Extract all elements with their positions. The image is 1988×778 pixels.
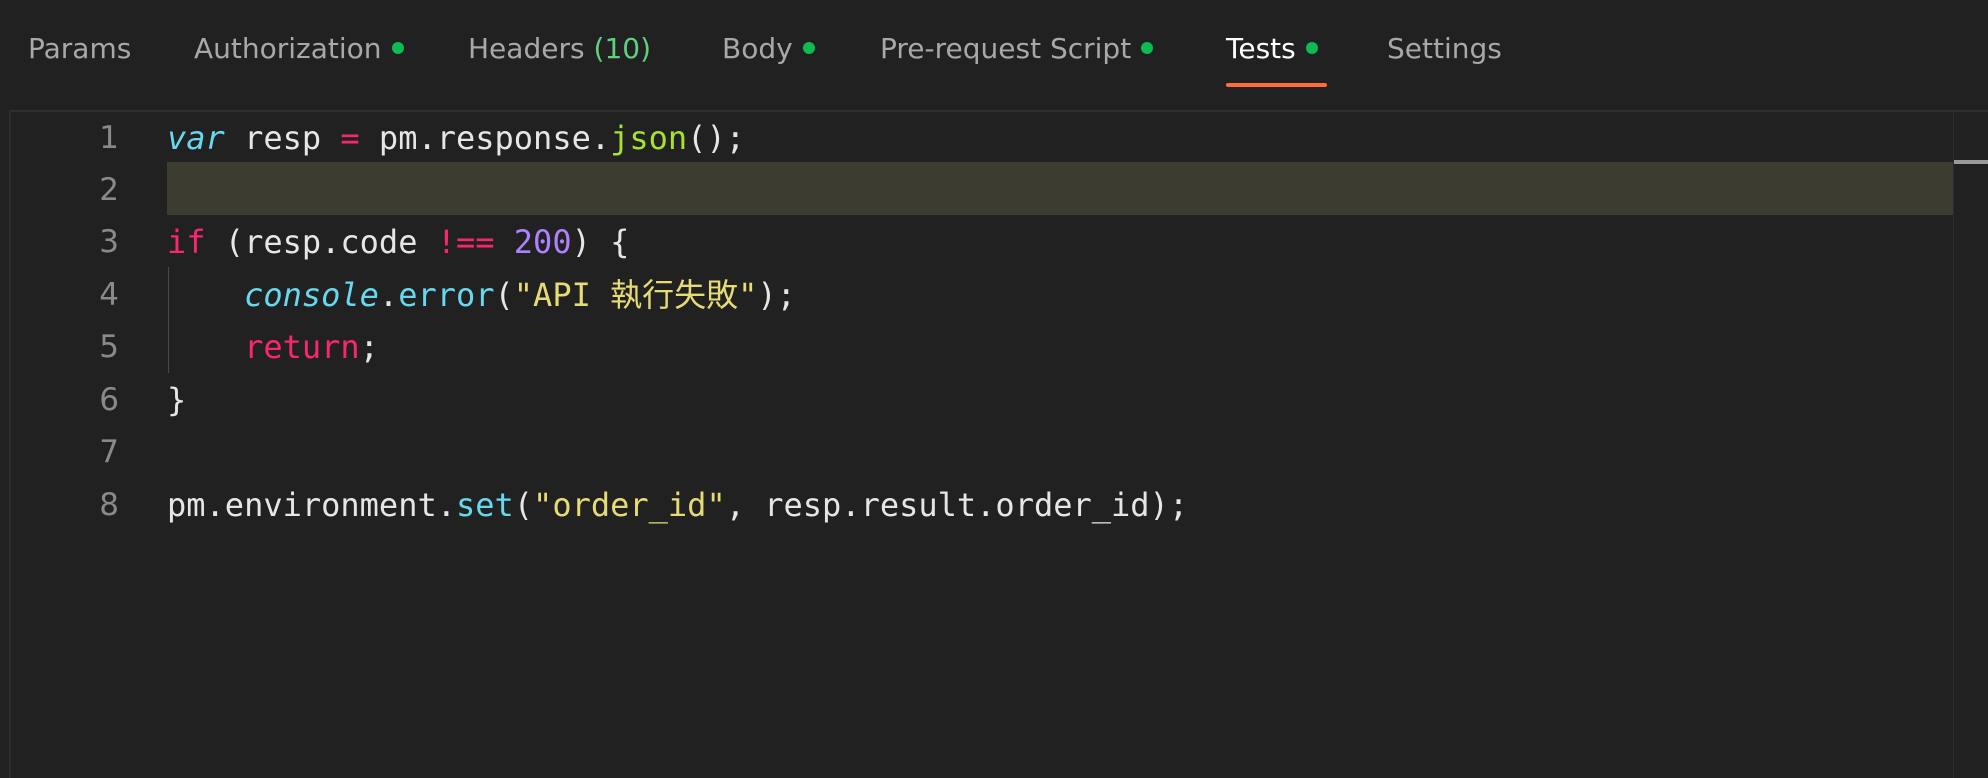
code-token: error <box>398 276 495 314</box>
tab-label: Body <box>722 31 793 65</box>
code-token: (); <box>687 119 745 157</box>
code-editor[interactable]: 1 2 3 4 5 6 7 8 var resp = pm.response.j… <box>9 110 1988 778</box>
tab-label: Params <box>28 31 132 65</box>
line-number: 1 <box>99 120 119 156</box>
code-token: "order_id" <box>533 486 726 524</box>
code-area[interactable]: var resp = pm.response.json(); if (resp.… <box>167 112 1988 778</box>
status-dot-icon <box>802 42 815 54</box>
code-token: !== <box>436 223 495 261</box>
line-number: 3 <box>99 224 119 260</box>
code-token: ) { <box>571 223 630 261</box>
code-token: pm.response. <box>359 119 611 157</box>
status-dot-icon <box>1141 42 1154 54</box>
code-token: ( <box>513 486 534 524</box>
code-token: pm.environment. <box>167 486 456 524</box>
line-number: 2 <box>99 172 119 208</box>
code-token: console <box>244 276 379 314</box>
code-token: } <box>167 381 187 419</box>
code-token: set <box>455 486 514 524</box>
scrollbar-position-marker[interactable] <box>1954 160 1988 164</box>
code-token: if <box>167 223 206 261</box>
code-line[interactable]: if (resp.code !== 200) { <box>167 216 629 268</box>
status-dot-icon <box>1305 42 1318 54</box>
line-number: 7 <box>99 434 119 470</box>
code-token: = <box>340 119 360 157</box>
code-token: . <box>378 276 399 314</box>
line-number: 5 <box>99 329 119 365</box>
tab-label: Settings <box>1387 31 1502 65</box>
tab-body[interactable]: Body <box>722 26 815 70</box>
code-token: , resp.result.order_id); <box>725 486 1189 524</box>
code-token: ); <box>757 276 796 314</box>
code-token: resp <box>224 119 341 157</box>
tab-label: Headers <box>468 31 585 65</box>
tab-label: Authorization <box>194 31 382 65</box>
tab-params[interactable]: Params <box>28 26 131 70</box>
code-token: 200 <box>513 223 572 261</box>
code-token: "API 執行失敗" <box>513 276 758 314</box>
line-number: 4 <box>99 277 119 313</box>
status-dot-icon <box>391 42 404 54</box>
code-token: return <box>244 328 360 366</box>
tab-settings[interactable]: Settings <box>1387 26 1502 70</box>
code-token: ( <box>494 276 514 314</box>
active-tab-indicator <box>1226 83 1327 87</box>
line-number-gutter: 1 2 3 4 5 6 7 8 <box>11 112 161 778</box>
code-line[interactable]: console.error("API 執行失敗"); <box>167 269 796 321</box>
line-number: 8 <box>99 487 119 523</box>
code-token: var <box>167 119 225 157</box>
tab-authorization[interactable]: Authorization <box>194 26 404 70</box>
editor-scrollbar[interactable] <box>1953 112 1988 778</box>
request-tab-bar: Params Authorization Headers (10) Body P… <box>0 0 1988 108</box>
code-token: (resp.code <box>205 223 437 261</box>
tab-tests[interactable]: Tests <box>1226 26 1318 70</box>
tab-pre-request-script[interactable]: Pre-request Script <box>880 26 1154 70</box>
code-line[interactable]: } <box>167 374 186 426</box>
line-number: 6 <box>99 382 119 418</box>
code-line[interactable]: var resp = pm.response.json(); <box>167 112 745 164</box>
code-token: ; <box>359 328 379 366</box>
tab-headers[interactable]: Headers (10) <box>468 26 651 70</box>
headers-count-badge: (10) <box>593 31 652 65</box>
tab-label: Tests <box>1226 31 1296 65</box>
tab-label: Pre-request Script <box>880 31 1132 65</box>
code-line[interactable]: return; <box>167 321 379 373</box>
code-line[interactable]: pm.environment.set("order_id", resp.resu… <box>167 479 1188 531</box>
code-token: json <box>610 119 688 157</box>
